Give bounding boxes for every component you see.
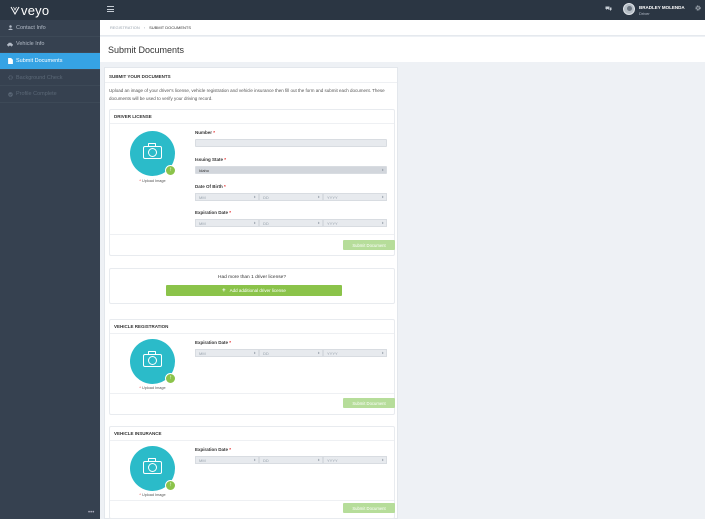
camera-upload-icon[interactable]: ↑ [130, 131, 176, 176]
gear-icon [6, 75, 14, 80]
add-additional-license-label: Add additional driver license [229, 288, 286, 293]
sidebar-item-label: Background Check [16, 74, 63, 81]
issuing-state-value: Idaho [199, 167, 210, 173]
intro-text: Upload an image of your driver's license… [109, 88, 385, 101]
top-header: BRADLEY MOLENDA Driver [100, 0, 705, 20]
upload-image-label: * Upload Image [139, 493, 166, 497]
camera-upload-icon[interactable]: ↑ [130, 339, 176, 384]
avatar[interactable] [623, 3, 635, 15]
card-divider [110, 234, 394, 235]
plus-icon: + [222, 287, 226, 294]
card-title: VEHICLE INSURANCE [114, 431, 162, 436]
upload-image-label: * Upload Image [139, 179, 166, 183]
upload-arrow-icon: ↑ [165, 373, 176, 384]
check-icon [6, 91, 14, 97]
page-title: Submit Documents [108, 44, 185, 55]
exp-day-select[interactable]: DD ⬍ [259, 219, 323, 227]
expiration-date-label: Expiration Date * [195, 340, 232, 345]
card-title: DRIVER LICENSE [114, 114, 152, 119]
sidebar-item-label: Profile Complete [16, 91, 57, 98]
exp-month-select[interactable]: MM ⬍ [195, 219, 259, 227]
sidebar-item-submit-documents[interactable]: Submit Documents [0, 53, 100, 70]
dob-month-select[interactable]: MM ⬍ [195, 193, 259, 201]
upload-arrow-icon: ↑ [165, 480, 176, 491]
card-divider [110, 393, 394, 394]
vehicle-insurance-card: VEHICLE INSURANCE ↑ * Upload Image Expir… [109, 426, 395, 519]
chat-icon[interactable] [605, 6, 612, 12]
sidebar-collapse-icon[interactable]: ••• [88, 510, 94, 516]
car-icon [6, 42, 14, 47]
exp-month-select[interactable]: MM ⬍ [195, 349, 259, 357]
veyo-logo[interactable]: veyo [0, 0, 100, 20]
license-expiration-fields: MM ⬍ DD ⬍ YYYY ⬍ [195, 219, 387, 227]
sidebar-item-contact-info[interactable]: Contact Info [0, 20, 100, 37]
page-title-bar: Submit Documents [100, 37, 705, 62]
sidebar-item-label: Vehicle Info [16, 41, 45, 48]
sidebar-item-vehicle-info[interactable]: Vehicle Info [0, 37, 100, 54]
dob-label: Date Of Birth * [195, 184, 226, 189]
additional-license-text: Had more than 1 driver license? [218, 275, 286, 280]
card-divider [110, 333, 394, 334]
user-role: Driver [639, 11, 650, 16]
sidebar-item-label: Contact Info [16, 24, 46, 31]
exp-day-select[interactable]: DD ⬍ [259, 349, 323, 357]
exp-day-select[interactable]: DD ⬍ [259, 456, 323, 464]
issuing-state-select[interactable]: Idaho ⬍ [195, 166, 387, 174]
issuing-state-label: Issuing State * [195, 157, 227, 162]
camera-upload-icon[interactable]: ↑ [130, 446, 176, 491]
dob-day-select[interactable]: DD ⬍ [259, 193, 323, 201]
exp-month-select[interactable]: MM ⬍ [195, 456, 259, 464]
user-icon [6, 25, 14, 31]
registration-expiration-fields: MM ⬍ DD ⬍ YYYY ⬍ [195, 349, 387, 357]
select-arrows-icon: ⬍ [381, 168, 384, 172]
breadcrumb-separator: › [143, 25, 146, 30]
upload-arrow-icon: ↑ [165, 165, 176, 176]
sidebar-item-label: Submit Documents [16, 57, 63, 64]
driver-license-card: DRIVER LICENSE ↑ * Upload Image Number *… [109, 109, 395, 256]
submit-document-button[interactable]: Submit Document [343, 503, 395, 513]
veyo-logo-mark [10, 6, 20, 15]
document-icon [6, 57, 14, 64]
breadcrumb-root[interactable]: REGISTRATION [110, 25, 140, 30]
dob-year-select[interactable]: YYYY ⬍ [323, 193, 387, 201]
additional-license-card: Had more than 1 driver license? + Add ad… [109, 268, 395, 304]
menu-toggle-icon[interactable] [107, 6, 114, 14]
insurance-expiration-fields: MM ⬍ DD ⬍ YYYY ⬍ [195, 456, 387, 464]
logo-text: veyo [21, 2, 50, 18]
expiration-date-label: Expiration Date * [195, 210, 232, 215]
vehicle-registration-card: VEHICLE REGISTRATION ↑ * Upload Image Ex… [109, 319, 395, 415]
exp-year-select[interactable]: YYYY ⬍ [323, 456, 387, 464]
upload-image-label: * Upload Image [139, 386, 166, 390]
card-divider [110, 500, 394, 501]
exp-year-select[interactable]: YYYY ⬍ [323, 349, 387, 357]
sidebar-item-profile-complete[interactable]: Profile Complete [0, 86, 100, 103]
dob-date-fields: MM ⬍ DD ⬍ YYYY ⬍ [195, 193, 387, 201]
breadcrumb-current: SUBMIT DOCUMENTS [149, 25, 191, 30]
sidebar: veyo Contact Info Vehicle Info Submit Do… [0, 0, 100, 519]
card-title: VEHICLE REGISTRATION [114, 324, 169, 329]
submit-document-button[interactable]: Submit Document [343, 398, 395, 408]
panel-heading: SUBMIT YOUR DOCUMENTS [105, 68, 397, 83]
card-divider [110, 123, 394, 124]
breadcrumb: REGISTRATION › SUBMIT DOCUMENTS [100, 20, 705, 36]
submit-document-button[interactable]: Submit Document [343, 240, 395, 250]
submit-documents-panel: SUBMIT YOUR DOCUMENTS Upload an image of… [104, 67, 398, 519]
settings-gear-icon[interactable] [695, 5, 701, 13]
license-number-input[interactable] [195, 139, 387, 147]
expiration-date-label: Expiration Date * [195, 447, 232, 452]
card-divider [110, 440, 394, 441]
number-label: Number * [195, 130, 216, 135]
exp-year-select[interactable]: YYYY ⬍ [323, 219, 387, 227]
user-name[interactable]: BRADLEY MOLENDA [639, 5, 685, 10]
sidebar-item-background-check[interactable]: Background Check [0, 70, 100, 87]
add-additional-license-button[interactable]: + Add additional driver license [166, 285, 342, 296]
